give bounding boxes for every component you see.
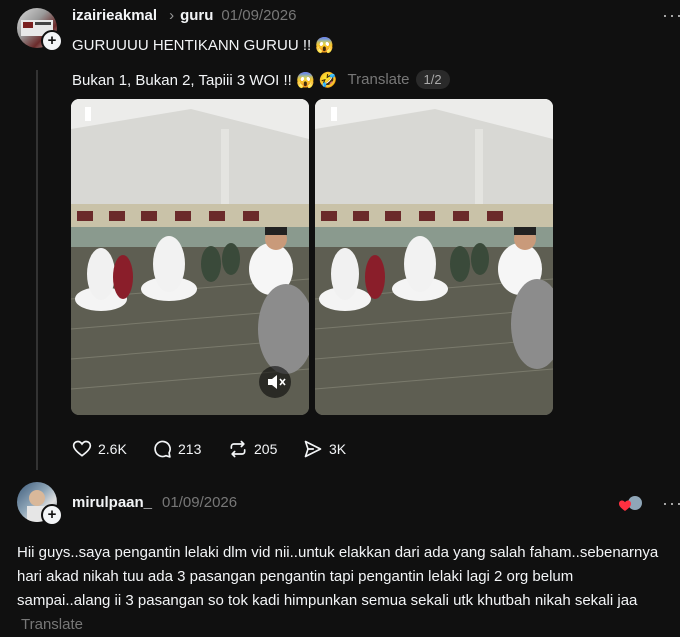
- post-title-text: GURUUUU HENTIKANN GURUU !! 😱: [72, 37, 335, 54]
- mute-icon[interactable]: [259, 366, 291, 398]
- share-button[interactable]: 3K: [303, 439, 346, 459]
- post-body-text: Bukan 1, Bukan 2, Tapiii 3 WOI !! 😱 🤣: [72, 71, 338, 89]
- reply-body-text: Hii guys..saya pengantin lelaki dlm vid …: [17, 544, 659, 609]
- thread-line: [36, 70, 38, 470]
- post-more-icon[interactable]: ···: [662, 5, 680, 26]
- comment-icon: [152, 439, 172, 459]
- post-date: 01/09/2026: [221, 7, 297, 24]
- repost-icon: [228, 439, 248, 459]
- media-page-indicator: 1/2: [415, 70, 450, 89]
- post-video-1[interactable]: [71, 99, 309, 415]
- author-liked-badge: [619, 495, 645, 513]
- share-icon: [303, 439, 323, 459]
- post-translate-link[interactable]: Translate: [348, 71, 410, 88]
- reply-follow-plus-icon[interactable]: +: [41, 504, 63, 526]
- comment-count: 213: [178, 441, 202, 457]
- reply-date: 01/09/2026: [162, 494, 238, 511]
- topic-tag[interactable]: guru: [180, 7, 213, 24]
- post-video-2[interactable]: [315, 99, 553, 415]
- like-button[interactable]: 2.6K: [72, 439, 127, 459]
- repost-count: 205: [254, 441, 278, 457]
- heart-icon: [72, 439, 92, 459]
- reply-username[interactable]: mirulpaan_: [72, 494, 152, 511]
- like-count: 2.6K: [98, 441, 127, 457]
- repost-button[interactable]: 205: [228, 439, 277, 459]
- author-username[interactable]: izairieakmal: [72, 7, 157, 24]
- topic-chevron-icon: ›: [169, 7, 175, 24]
- comment-button[interactable]: 213: [152, 439, 201, 459]
- reply-translate-link[interactable]: Translate: [21, 616, 83, 633]
- reply-more-icon[interactable]: ···: [662, 493, 680, 514]
- share-count: 3K: [329, 441, 347, 457]
- follow-plus-icon[interactable]: +: [41, 30, 63, 52]
